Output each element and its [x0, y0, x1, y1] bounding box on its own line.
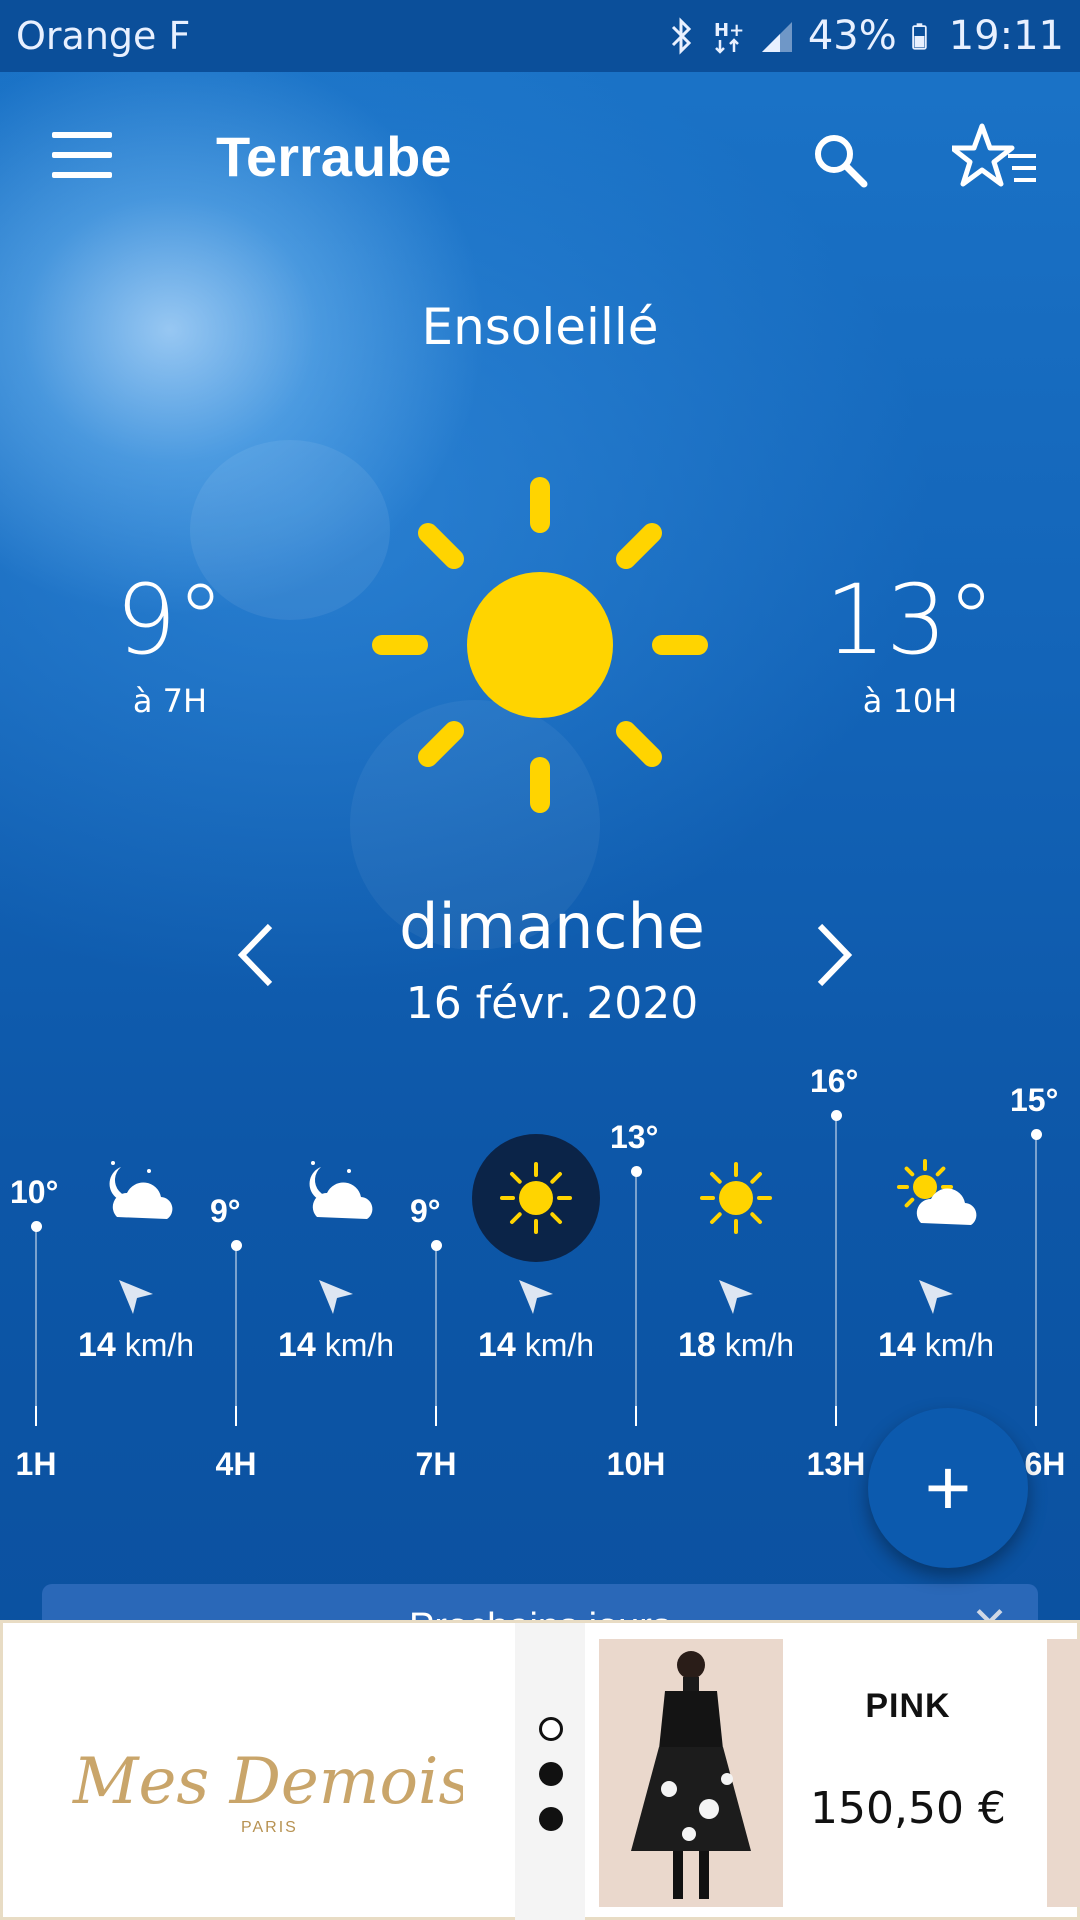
hour-temp-dot [1031, 1128, 1042, 1140]
hour-line [835, 1115, 837, 1406]
hour-temp-label: 13° [610, 1118, 659, 1155]
hour-temp-label: 9° [210, 1193, 241, 1229]
hour-tick [435, 1406, 437, 1426]
moon-cloud-icon[interactable] [91, 1153, 181, 1243]
favorites-list-icon[interactable] [952, 120, 1042, 192]
wind-speed-unit: km/h [924, 1327, 995, 1363]
status-bar: Orange F H+ 43% 19:11 [0, 0, 1080, 72]
wind-speed: 18 km/h [656, 1326, 816, 1365]
wind-speed-value: 14 [877, 1326, 916, 1364]
hour-label: 4H [215, 1446, 257, 1482]
carousel-dot[interactable] [539, 1807, 563, 1831]
signal-icon [761, 22, 792, 52]
hour-tick [835, 1406, 837, 1426]
wind-speed-value: 14 [277, 1326, 316, 1364]
logo-subtitle: PARIS [241, 1819, 298, 1836]
max-temp-time: à 10H [862, 682, 958, 720]
wind-speed: 14 km/h [56, 1326, 216, 1365]
hour-temp-dot [31, 1221, 42, 1233]
wind-direction-icon [113, 1274, 159, 1320]
next-days-card[interactable]: Prochains jours ✕ [42, 1584, 1038, 1624]
ad-banner[interactable]: Mes Demoiselles... PARIS PINK 150,50 € [0, 1620, 1080, 1920]
hour-tick [235, 1406, 237, 1426]
hour-temp-dot [231, 1240, 242, 1251]
search-icon[interactable] [808, 128, 872, 192]
wind-speed-unit: km/h [724, 1327, 795, 1363]
menu-icon[interactable] [52, 132, 112, 178]
wind-speed-value: 14 [77, 1326, 116, 1364]
wind-direction-icon [913, 1274, 959, 1320]
hour-line [435, 1245, 437, 1406]
condition-label: Ensoleillé [421, 298, 659, 356]
hour-label: 13H [806, 1446, 866, 1482]
wind-speed-unit: km/h [324, 1327, 395, 1363]
hour-label: 1H [15, 1446, 57, 1482]
min-temp-value: 9° [115, 564, 225, 676]
carousel-dot[interactable] [539, 1717, 563, 1741]
hour-temp-label: 16° [810, 1063, 859, 1099]
wind-speed-value: 14 [477, 1326, 516, 1364]
min-temperature: 9° à 7H [100, 570, 240, 720]
battery-icon [911, 23, 927, 50]
day-date: 16 févr. 2020 [405, 978, 699, 1029]
add-button[interactable]: + [868, 1408, 1028, 1568]
app-bar: Terraube [0, 72, 1080, 242]
hour-temp-dot [431, 1240, 442, 1251]
hour-tick [635, 1406, 637, 1426]
hour-temp-label: 9° [410, 1193, 441, 1229]
product-photo[interactable] [599, 1639, 783, 1907]
hour-label: 7H [415, 1446, 457, 1482]
hour-line [235, 1245, 237, 1406]
wind-direction-icon [513, 1274, 559, 1320]
max-temperature: 13° à 10H [820, 570, 1000, 720]
svg-text:H+: H+ [714, 20, 744, 41]
chevron-right-icon[interactable] [808, 920, 858, 990]
sun-icon[interactable] [691, 1153, 781, 1243]
product-brand[interactable]: PINK [803, 1687, 1013, 1726]
wind-direction-icon [313, 1274, 359, 1320]
wind-speed: 14 km/h [456, 1326, 616, 1365]
city-title[interactable]: Terraube [216, 124, 451, 189]
hour-tick [1035, 1406, 1037, 1426]
logo-text: Mes Demoiselles... [72, 1745, 463, 1819]
hour-line [635, 1170, 637, 1406]
hour-label: 10H [606, 1446, 666, 1482]
hour-tick [35, 1406, 37, 1426]
day-navigator: dimanche 16 févr. 2020 [0, 890, 1080, 1030]
min-temp-time: à 7H [132, 682, 208, 720]
carousel-dot[interactable] [539, 1762, 563, 1786]
product-price[interactable]: 150,50 € [793, 1783, 1023, 1834]
wind-speed-unit: km/h [524, 1327, 595, 1363]
hour-temp-label: 15° [1010, 1081, 1059, 1118]
next-product-peek[interactable] [1047, 1639, 1080, 1907]
sun-icon [372, 477, 708, 813]
hour-temp-label: 10° [10, 1174, 59, 1211]
hour-line [35, 1226, 37, 1406]
hour-temp-dot [631, 1165, 642, 1177]
sun-cloud-icon[interactable] [891, 1153, 981, 1243]
wind-speed-unit: km/h [124, 1327, 195, 1363]
model-illustration [631, 1651, 751, 1899]
bluetooth-icon [671, 17, 691, 55]
wind-speed: 14 km/h [256, 1326, 416, 1365]
hour-line [1035, 1133, 1037, 1406]
day-name: dimanche [399, 890, 705, 963]
data-hplus-icon: H+ [714, 20, 744, 54]
wind-speed: 14 km/h [856, 1326, 1016, 1365]
brand-logo[interactable]: Mes Demoiselles... [63, 1723, 463, 1833]
carousel-indicator[interactable] [531, 1717, 571, 1852]
moon-cloud-icon[interactable] [291, 1153, 381, 1243]
wind-speed-value: 18 [677, 1326, 716, 1364]
battery-percent: 43% [807, 13, 897, 59]
hour-temp-dot [831, 1110, 842, 1121]
wind-direction-icon [713, 1274, 759, 1320]
sun-icon[interactable] [472, 1134, 600, 1262]
max-temp-value: 13° [824, 564, 996, 676]
carrier-name: Orange F [16, 14, 191, 58]
clock: 19:11 [948, 13, 1064, 59]
